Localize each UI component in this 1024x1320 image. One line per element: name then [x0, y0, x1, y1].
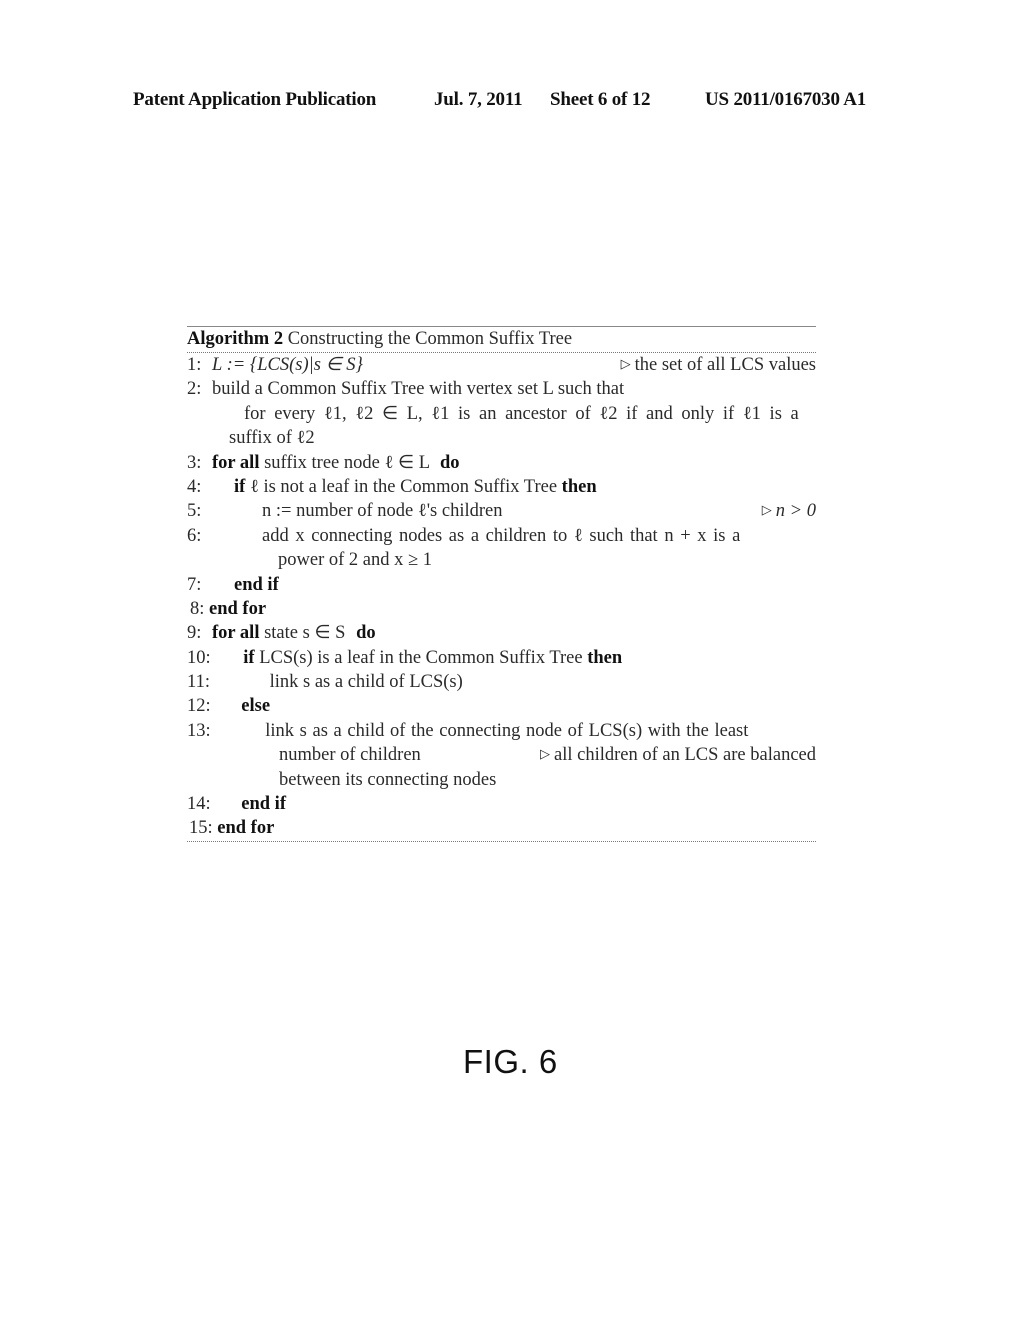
- line-number: 15:: [189, 818, 213, 839]
- line-text: link s as a child of LCS(s): [269, 672, 463, 693]
- publication-type: Patent Application Publication: [133, 89, 377, 110]
- continuation-text: for every ℓ1, ℓ2 ∈ L, ℓ1 is an ancestor …: [244, 403, 799, 424]
- keyword: end if: [234, 574, 279, 595]
- algorithm-line-1: 1: L := {LCS(s)|s ∈ S} ▷ the set of all L…: [187, 353, 816, 377]
- keyword: for all: [212, 452, 260, 473]
- algorithm-line-14: 14: end if: [187, 792, 816, 816]
- algorithm-line-2: 2: build a Common Suffix Tree with verte…: [187, 377, 816, 401]
- algorithm-title: Algorithm 2 Constructing the Common Suff…: [187, 327, 816, 352]
- algorithm-line-7: 7: end if: [187, 573, 816, 597]
- keyword: end for: [217, 818, 275, 839]
- bottom-rule: [187, 840, 816, 842]
- line-text: L := {LCS(s)|s ∈ S}: [212, 355, 363, 375]
- line-comment: ▷ n > 0: [761, 501, 816, 522]
- algorithm-line-10: 10: if LCS(s) is a leaf in the Common Su…: [187, 646, 816, 670]
- line-number: 9:: [187, 623, 202, 644]
- line-continuation: power of 2 and x ≥ 1: [187, 548, 816, 572]
- line-number: 6:: [187, 525, 202, 546]
- line-continuation: suffix of ℓ2: [187, 426, 816, 450]
- keyword: then: [587, 647, 623, 668]
- comment-triangle-icon: ▷: [540, 746, 551, 762]
- algorithm-line-5: 5: n := number of node ℓ's children ▷ n >…: [187, 499, 816, 523]
- continuation-text: number of children: [279, 745, 421, 766]
- line-comment: ▷ the set of all LCS values: [620, 355, 816, 375]
- line-number: 4:: [187, 476, 202, 497]
- line-number: 11:: [187, 672, 210, 693]
- line-comment: ▷ all children of an LCS are balanced: [540, 745, 816, 766]
- line-text: LCS(s) is a leaf in the Common Suffix Tr…: [259, 647, 583, 668]
- publication-date: Jul. 7, 2011: [434, 89, 523, 110]
- line-text: add x connecting nodes as a children to …: [262, 525, 741, 546]
- algorithm-line-12: 12: else: [187, 694, 816, 718]
- continuation-text: suffix of ℓ2: [229, 428, 315, 449]
- comment-triangle-icon: ▷: [620, 356, 631, 371]
- keyword: end if: [241, 794, 286, 815]
- line-number: 5:: [187, 501, 202, 522]
- algorithm-line-13: 13: link s as a child of the connecting …: [187, 719, 816, 743]
- line-number: 13:: [187, 720, 211, 741]
- line-continuation: between its connecting nodes: [187, 768, 816, 792]
- line-text: ℓ is not a leaf in the Common Suffix Tre…: [249, 476, 558, 497]
- algorithm-line-9: 9: for all state s ∈ S do: [187, 621, 816, 645]
- algorithm-line-11: 11: link s as a child of LCS(s): [187, 670, 816, 694]
- patent-number: US 2011/0167030 A1: [705, 89, 867, 110]
- keyword: for all: [212, 623, 260, 644]
- continuation-text: power of 2 and x ≥ 1: [278, 550, 433, 571]
- line-text: build a Common Suffix Tree with vertex s…: [212, 379, 625, 400]
- keyword: end for: [209, 598, 267, 619]
- algorithm-line-15: 15: end for: [187, 816, 816, 840]
- algorithm-label: Algorithm 2: [187, 329, 284, 349]
- algorithm-line-4: 4: if ℓ is not a leaf in the Common Suff…: [187, 475, 816, 499]
- line-continuation: for every ℓ1, ℓ2 ∈ L, ℓ1 is an ancestor …: [187, 402, 816, 426]
- page-header: Patent Application Publication Jul. 7, 2…: [0, 89, 1024, 115]
- line-number: 8:: [190, 598, 205, 619]
- line-number: 2:: [187, 379, 202, 400]
- comment-triangle-icon: ▷: [761, 502, 772, 518]
- algorithm-title-text: Constructing the Common Suffix Tree: [287, 329, 573, 349]
- keyword: if: [234, 476, 246, 497]
- figure-label: FIG. 6: [463, 1043, 558, 1080]
- line-number: 1:: [187, 355, 202, 375]
- algorithm-line-8: 8: end for: [187, 597, 816, 621]
- line-number: 14:: [187, 794, 211, 815]
- sheet-number: Sheet 6 of 12: [550, 89, 651, 110]
- keyword: do: [439, 452, 460, 473]
- algorithm-line-6: 6: add x connecting nodes as a children …: [187, 524, 816, 548]
- algorithm-block: Algorithm 2 Constructing the Common Suff…: [187, 326, 816, 842]
- keyword: then: [561, 476, 597, 497]
- keyword: do: [356, 623, 376, 644]
- keyword: if: [243, 647, 255, 668]
- algorithm-line-3: 3: for all suffix tree node ℓ ∈ L do: [187, 451, 816, 475]
- line-number: 7:: [187, 574, 202, 595]
- line-text: n := number of node ℓ's children: [262, 501, 503, 522]
- line-text: suffix tree node ℓ ∈ L: [264, 452, 430, 473]
- line-number: 12:: [187, 696, 211, 717]
- line-continuation: number of children ▷ all children of an L…: [187, 743, 816, 767]
- line-number: 3:: [187, 452, 202, 473]
- keyword: else: [241, 696, 271, 717]
- line-text: state s ∈ S: [264, 623, 346, 644]
- continuation-text: between its connecting nodes: [279, 769, 497, 790]
- line-text: link s as a child of the connecting node…: [265, 720, 749, 741]
- line-number: 10:: [187, 647, 211, 668]
